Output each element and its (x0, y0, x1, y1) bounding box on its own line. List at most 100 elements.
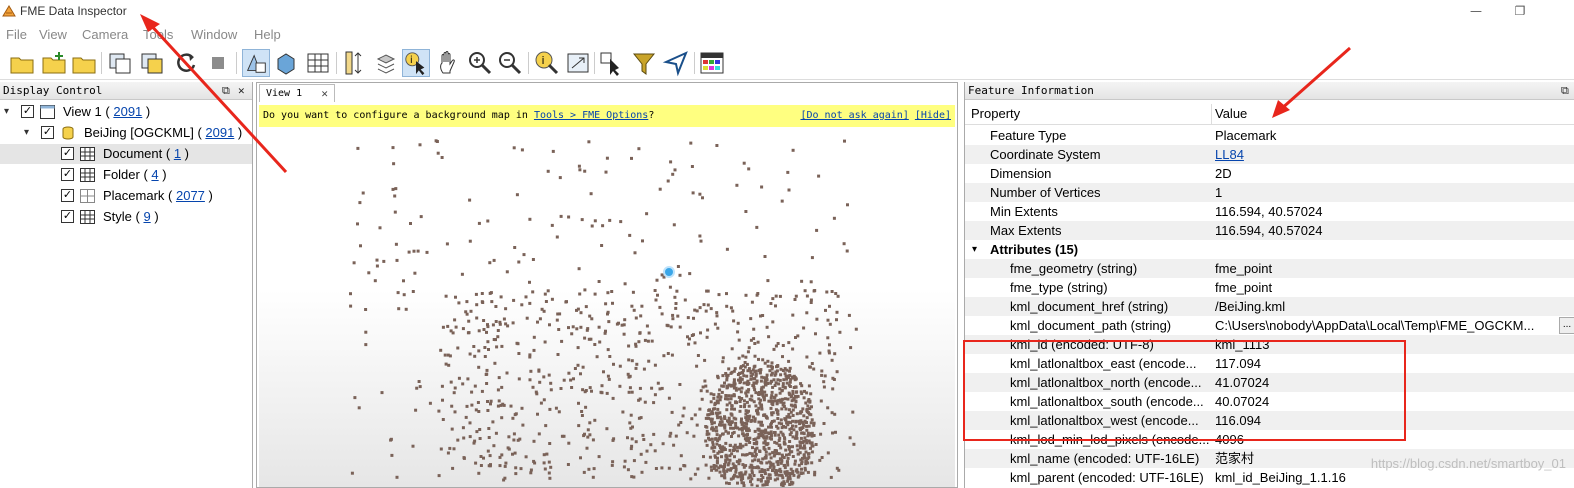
placemark-point[interactable] (798, 411, 802, 415)
placemark-point[interactable] (781, 344, 785, 347)
placemark-point[interactable] (822, 380, 826, 384)
placemark-point[interactable] (633, 251, 637, 255)
placemark-point[interactable] (766, 476, 770, 480)
placemark-point[interactable] (736, 373, 740, 376)
placemark-point[interactable] (767, 446, 771, 450)
placemark-point[interactable] (735, 183, 739, 187)
placemark-point[interactable] (762, 395, 766, 399)
placemark-point[interactable] (786, 456, 790, 460)
placemark-point[interactable] (722, 475, 726, 479)
placemark-point[interactable] (770, 390, 774, 394)
placemark-point[interactable] (661, 442, 665, 446)
placemark-point[interactable] (768, 476, 772, 480)
placemark-point[interactable] (577, 267, 581, 271)
placemark-point[interactable] (452, 447, 456, 451)
placemark-point[interactable] (734, 401, 738, 405)
placemark-point[interactable] (486, 325, 490, 329)
placemark-point[interactable] (718, 415, 722, 419)
placemark-point[interactable] (622, 465, 626, 469)
placemark-point[interactable] (522, 253, 526, 257)
placemark-point[interactable] (797, 419, 801, 423)
placemark-point[interactable] (391, 146, 395, 150)
placemark-point[interactable] (787, 359, 791, 363)
placemark-point[interactable] (500, 344, 504, 348)
placemark-point[interactable] (734, 426, 738, 430)
placemark-point[interactable] (714, 401, 717, 405)
placemark-point[interactable] (666, 352, 670, 355)
placemark-point[interactable] (705, 429, 709, 433)
placemark-point[interactable] (715, 411, 718, 415)
placemark-point[interactable] (780, 388, 784, 392)
placemark-point[interactable] (411, 444, 415, 448)
placemark-point[interactable] (736, 321, 740, 325)
placemark-point[interactable] (503, 464, 507, 468)
placemark-point[interactable] (540, 307, 544, 311)
placemark-point[interactable] (714, 425, 718, 429)
placemark-point[interactable] (514, 466, 518, 470)
placemark-point[interactable] (784, 448, 788, 452)
placemark-point[interactable] (649, 443, 653, 447)
placemark-point[interactable] (744, 453, 747, 457)
placemark-point[interactable] (739, 390, 743, 394)
placemark-point[interactable] (746, 433, 749, 436)
placemark-point[interactable] (766, 279, 770, 283)
placemark-point[interactable] (741, 453, 744, 457)
placemark-point[interactable] (780, 199, 784, 203)
placemark-point[interactable] (796, 448, 800, 452)
placemark-point[interactable] (580, 414, 584, 417)
placemark-point[interactable] (728, 448, 732, 452)
placemark-point[interactable] (739, 475, 743, 479)
table-row[interactable]: Max Extents 116.594, 40.57024 (965, 221, 1574, 240)
placemark-point[interactable] (778, 378, 782, 382)
placemark-point[interactable] (771, 365, 774, 369)
placemark-point[interactable] (529, 369, 533, 373)
menu-window[interactable]: Window (191, 27, 237, 42)
placemark-point[interactable] (630, 359, 634, 363)
placemark-point[interactable] (454, 325, 458, 329)
attributes-group-row[interactable]: ▾ Attributes (15) (965, 240, 1574, 259)
placemark-point[interactable] (689, 477, 693, 481)
placemark-point[interactable] (591, 475, 595, 479)
placemark-point[interactable] (591, 438, 595, 442)
placemark-point[interactable] (739, 420, 743, 424)
placemark-point[interactable] (726, 463, 730, 467)
placemark-point[interactable] (497, 376, 501, 380)
folder-icon[interactable] (70, 49, 98, 77)
placemark-point[interactable] (549, 465, 553, 469)
placemark-point[interactable] (611, 301, 614, 305)
placemark-point[interactable] (650, 386, 654, 390)
placemark-point[interactable] (441, 325, 445, 329)
placemark-point[interactable] (629, 413, 633, 417)
placemark-point[interactable] (814, 443, 818, 446)
placemark-point[interactable] (726, 385, 729, 389)
placemark-point[interactable] (480, 292, 484, 295)
placemark-point[interactable] (760, 407, 764, 411)
placemark-point[interactable] (851, 410, 855, 414)
placemark-point[interactable] (477, 471, 481, 475)
placemark-point[interactable] (724, 394, 728, 397)
placemark-point[interactable] (532, 348, 536, 352)
placemark-point[interactable] (799, 471, 803, 475)
placemark-point[interactable] (800, 384, 804, 388)
placemark-point[interactable] (854, 327, 858, 331)
placemark-point[interactable] (562, 378, 566, 382)
placemark-point[interactable] (503, 476, 507, 480)
placemark-point[interactable] (736, 330, 740, 334)
placemark-point[interactable] (778, 294, 782, 298)
placemark-point[interactable] (485, 330, 488, 334)
placemark-point[interactable] (475, 303, 479, 307)
placemark-point[interactable] (832, 216, 836, 220)
placemark-point[interactable] (630, 444, 634, 448)
placemark-point[interactable] (712, 464, 716, 467)
placemark-point[interactable] (745, 374, 749, 378)
placemark-point[interactable] (806, 404, 810, 408)
placemark-point[interactable] (710, 410, 714, 414)
placemark-point[interactable] (628, 386, 632, 390)
placemark-point[interactable] (567, 371, 571, 375)
placemark-point[interactable] (482, 456, 485, 460)
placemark-point[interactable] (769, 423, 773, 427)
placemark-point[interactable] (732, 384, 736, 387)
placemark-point[interactable] (731, 462, 735, 466)
placemark-point[interactable] (795, 444, 799, 448)
placemark-point[interactable] (768, 465, 772, 469)
